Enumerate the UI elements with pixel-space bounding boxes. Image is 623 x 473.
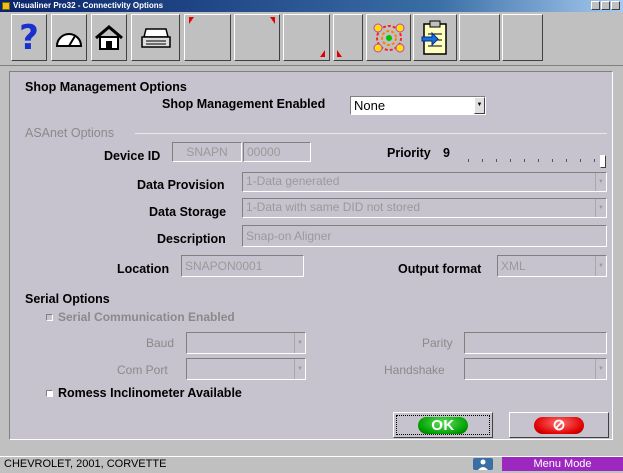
toolbar-blank-button-4[interactable] bbox=[333, 14, 363, 61]
baud-select[interactable]: ▼ bbox=[186, 332, 306, 354]
toolbar-blank-button-2[interactable] bbox=[234, 14, 280, 61]
data-storage-label: Data Storage bbox=[149, 205, 227, 219]
data-provision-value: 1-Data generated bbox=[246, 174, 340, 188]
data-provision-select[interactable]: 1-Data generated ▼ bbox=[242, 172, 607, 192]
dropdown-arrow-icon: ▼ bbox=[474, 97, 485, 114]
location-label: Location bbox=[117, 262, 170, 276]
shop-management-select[interactable]: None ▼ bbox=[350, 96, 486, 115]
printer-icon bbox=[140, 27, 171, 48]
gauge-icon bbox=[55, 32, 83, 47]
toolbar-blank-button-1[interactable] bbox=[184, 14, 231, 61]
data-storage-select[interactable]: 1-Data with same DID not stored ▼ bbox=[242, 198, 607, 218]
output-format-value: XML bbox=[501, 259, 526, 273]
help-button[interactable]: ? bbox=[11, 14, 47, 61]
app-icon bbox=[2, 2, 10, 10]
serial-options-title: Serial Options bbox=[25, 292, 110, 306]
priority-slider-thumb[interactable] bbox=[600, 155, 606, 168]
home-button[interactable] bbox=[91, 14, 127, 61]
close-button[interactable] bbox=[611, 1, 620, 10]
device-id-number-field[interactable]: 00000 bbox=[243, 142, 311, 162]
data-provision-label: Data Provision bbox=[137, 178, 225, 192]
romess-inclinometer-checkbox[interactable]: Romess Inclinometer Available bbox=[46, 386, 242, 400]
network-button[interactable] bbox=[366, 14, 411, 61]
ok-label: OK bbox=[418, 416, 468, 434]
toolbar-blank-button-3[interactable] bbox=[283, 14, 330, 61]
shop-management-value: None bbox=[354, 98, 386, 113]
description-field[interactable]: Snap-on Aligner bbox=[242, 225, 607, 247]
minimize-button[interactable] bbox=[591, 1, 600, 10]
home-icon bbox=[95, 24, 123, 50]
asanet-title: ASAnet Options bbox=[25, 126, 114, 140]
title-bar: Visualiner Pro32 - Connectivity Options bbox=[0, 0, 623, 12]
handshake-select[interactable]: ▼ bbox=[464, 358, 607, 380]
priority-value: 9 bbox=[443, 146, 450, 160]
corner-marker-icon bbox=[270, 17, 275, 24]
corner-marker-icon bbox=[320, 50, 325, 57]
data-storage-value: 1-Data with same DID not stored bbox=[246, 200, 421, 214]
cancel-button[interactable] bbox=[509, 412, 609, 438]
dropdown-arrow-icon: ▼ bbox=[294, 333, 305, 353]
toolbar: ? bbox=[0, 12, 623, 66]
dropdown-arrow-icon: ▼ bbox=[294, 359, 305, 379]
serial-communication-label: Serial Communication Enabled bbox=[58, 310, 235, 324]
clipboard-button[interactable] bbox=[413, 14, 457, 61]
menu-mode-indicator: Menu Mode bbox=[502, 457, 623, 471]
asanet-group-line bbox=[135, 133, 607, 134]
vehicle-status: CHEVROLET, 2001, CORVETTE bbox=[4, 458, 167, 470]
com-port-label: Com Port bbox=[117, 363, 168, 377]
toolbar-blank-button-6[interactable] bbox=[502, 14, 543, 61]
cancel-icon bbox=[534, 416, 584, 434]
parity-field[interactable] bbox=[464, 332, 607, 354]
dropdown-arrow-icon: ▼ bbox=[595, 173, 606, 191]
shop-management-title: Shop Management Options bbox=[25, 80, 187, 94]
print-button[interactable] bbox=[131, 14, 180, 61]
status-bar: CHEVROLET, 2001, CORVETTE Menu Mode bbox=[0, 456, 623, 471]
ok-button[interactable]: OK bbox=[393, 412, 493, 438]
device-id-label: Device ID bbox=[104, 149, 161, 163]
location-field[interactable]: SNAPON0001 bbox=[181, 255, 304, 277]
serial-communication-checkbox[interactable]: Serial Communication Enabled bbox=[46, 310, 235, 324]
output-format-label: Output format bbox=[398, 262, 482, 276]
toolbar-blank-button-5[interactable] bbox=[459, 14, 500, 61]
maximize-button[interactable] bbox=[601, 1, 610, 10]
gauge-button[interactable] bbox=[51, 14, 87, 61]
corner-marker-icon bbox=[337, 50, 342, 57]
corner-marker-icon bbox=[189, 17, 194, 24]
network-icon bbox=[373, 23, 404, 52]
dropdown-arrow-icon: ▼ bbox=[595, 256, 606, 276]
window-title: Visualiner Pro32 - Connectivity Options bbox=[13, 1, 164, 10]
device-id-prefix-field[interactable]: SNAPN bbox=[172, 142, 242, 162]
romess-inclinometer-label: Romess Inclinometer Available bbox=[58, 386, 242, 400]
dropdown-arrow-icon: ▼ bbox=[595, 359, 606, 379]
clipboard-import-icon bbox=[421, 20, 447, 55]
checkbox-icon bbox=[46, 313, 53, 321]
help-icon: ? bbox=[19, 17, 39, 58]
description-label: Description bbox=[157, 232, 226, 246]
handshake-label: Handshake bbox=[384, 363, 445, 377]
com-port-select[interactable]: ▼ bbox=[186, 358, 306, 380]
output-format-select[interactable]: XML ▼ bbox=[497, 255, 607, 277]
baud-label: Baud bbox=[146, 336, 175, 350]
user-icon bbox=[473, 458, 493, 470]
priority-slider[interactable] bbox=[466, 155, 606, 168]
shop-management-enabled-label: Shop Management Enabled bbox=[162, 97, 326, 111]
parity-label: Parity bbox=[422, 336, 453, 350]
checkbox-icon bbox=[46, 389, 53, 397]
dropdown-arrow-icon: ▼ bbox=[595, 199, 606, 217]
priority-label: Priority bbox=[387, 146, 431, 160]
